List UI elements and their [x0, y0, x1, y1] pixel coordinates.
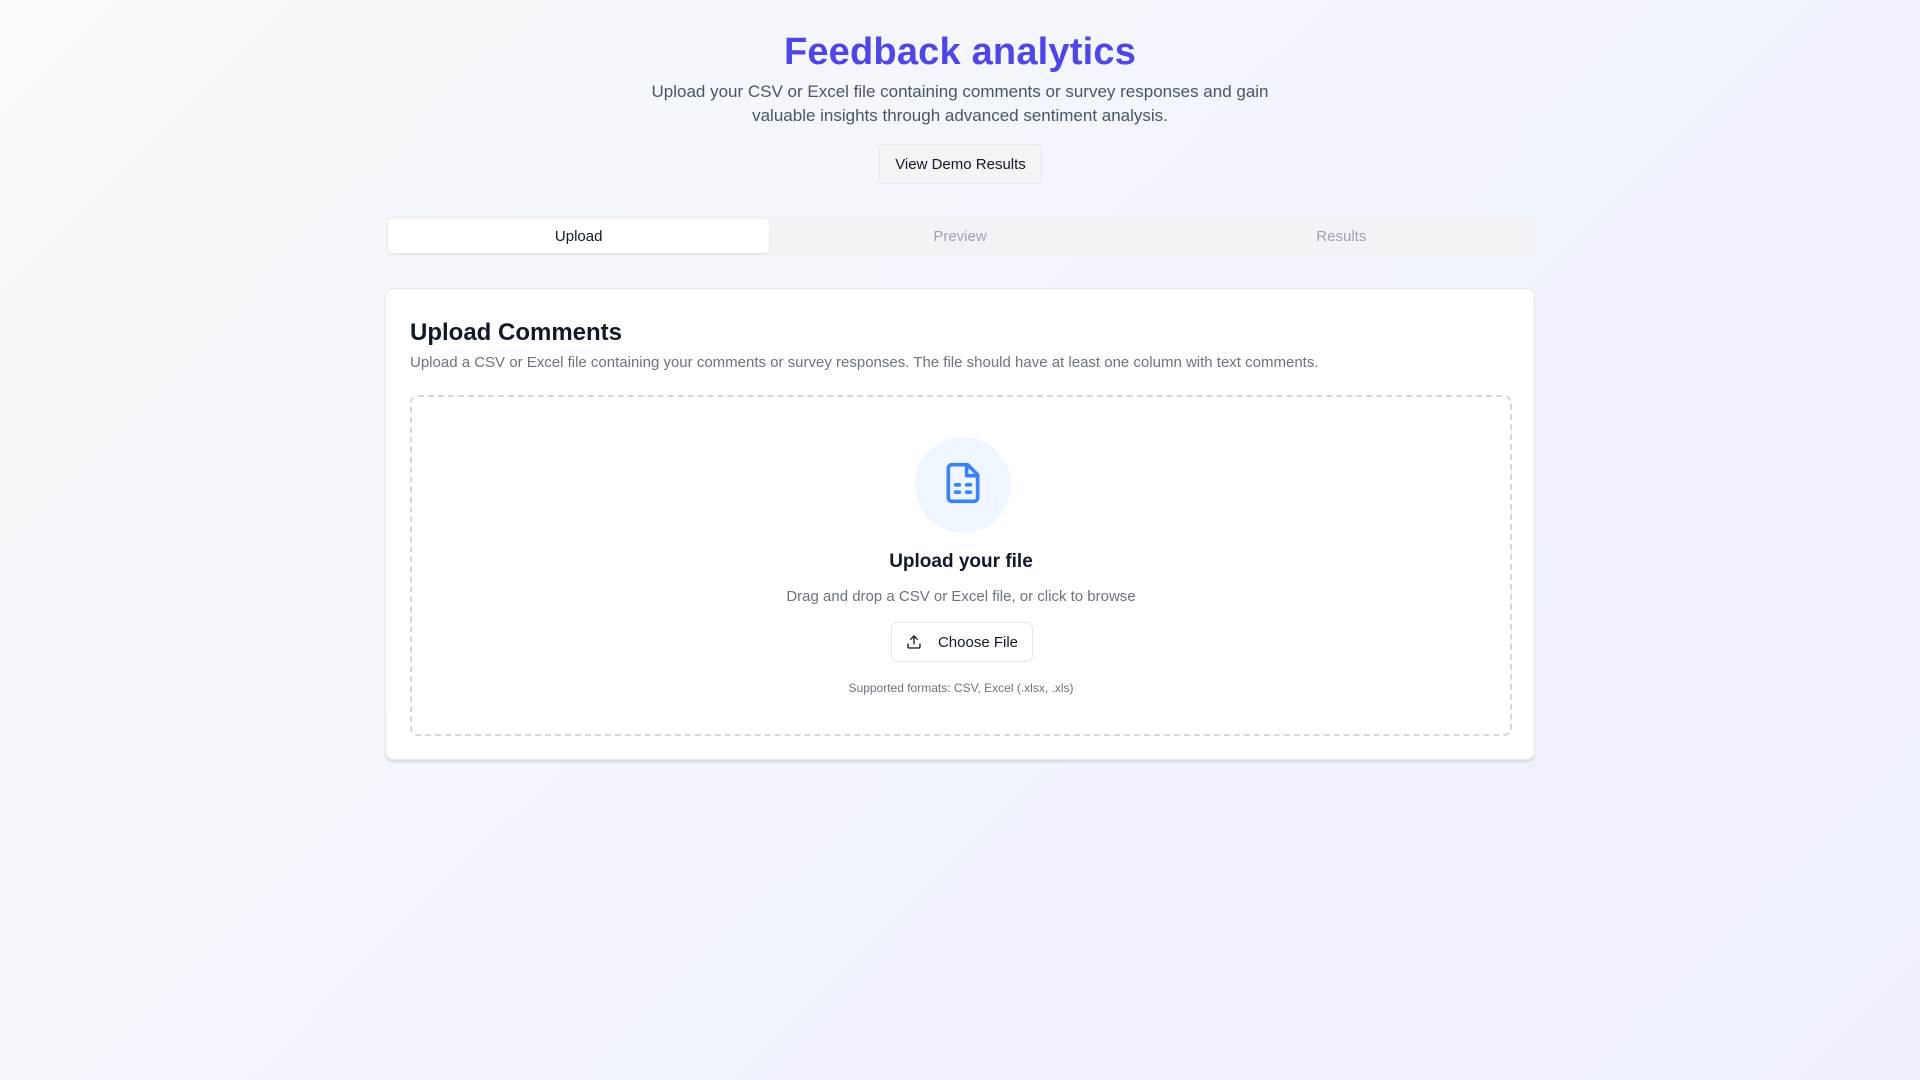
tab-upload[interactable]: Upload: [388, 219, 770, 253]
page-title: Feedback analytics: [783, 31, 1137, 73]
card-title: Upload Comments: [410, 319, 623, 346]
page-subtitle: Upload your CSV or Excel file containing…: [651, 82, 1269, 125]
step-tabs: Upload Preview Results: [385, 216, 1535, 256]
upload-icon: [906, 634, 922, 650]
supported-formats-note: Supported formats: CSV, Excel (.xlsx, .x…: [848, 681, 1074, 695]
file-dropzone[interactable]: Upload your file Drag and drop a CSV or …: [410, 395, 1512, 736]
file-icon-circle: [915, 437, 1011, 533]
view-demo-results-button[interactable]: View Demo Results: [879, 144, 1042, 184]
card-description: Upload a CSV or Excel file containing yo…: [410, 354, 1319, 371]
file-spreadsheet-icon: [941, 459, 985, 512]
tab-preview[interactable]: Preview: [769, 219, 1150, 253]
upload-card: Upload Comments Upload a CSV or Excel fi…: [385, 288, 1535, 760]
choose-file-label: Choose File: [937, 633, 1019, 651]
tab-results[interactable]: Results: [1151, 219, 1532, 253]
dropzone-title: Upload your file: [889, 551, 1033, 572]
choose-file-button[interactable]: Choose File: [891, 622, 1033, 662]
dropzone-description: Drag and drop a CSV or Excel file, or cl…: [786, 588, 1136, 605]
